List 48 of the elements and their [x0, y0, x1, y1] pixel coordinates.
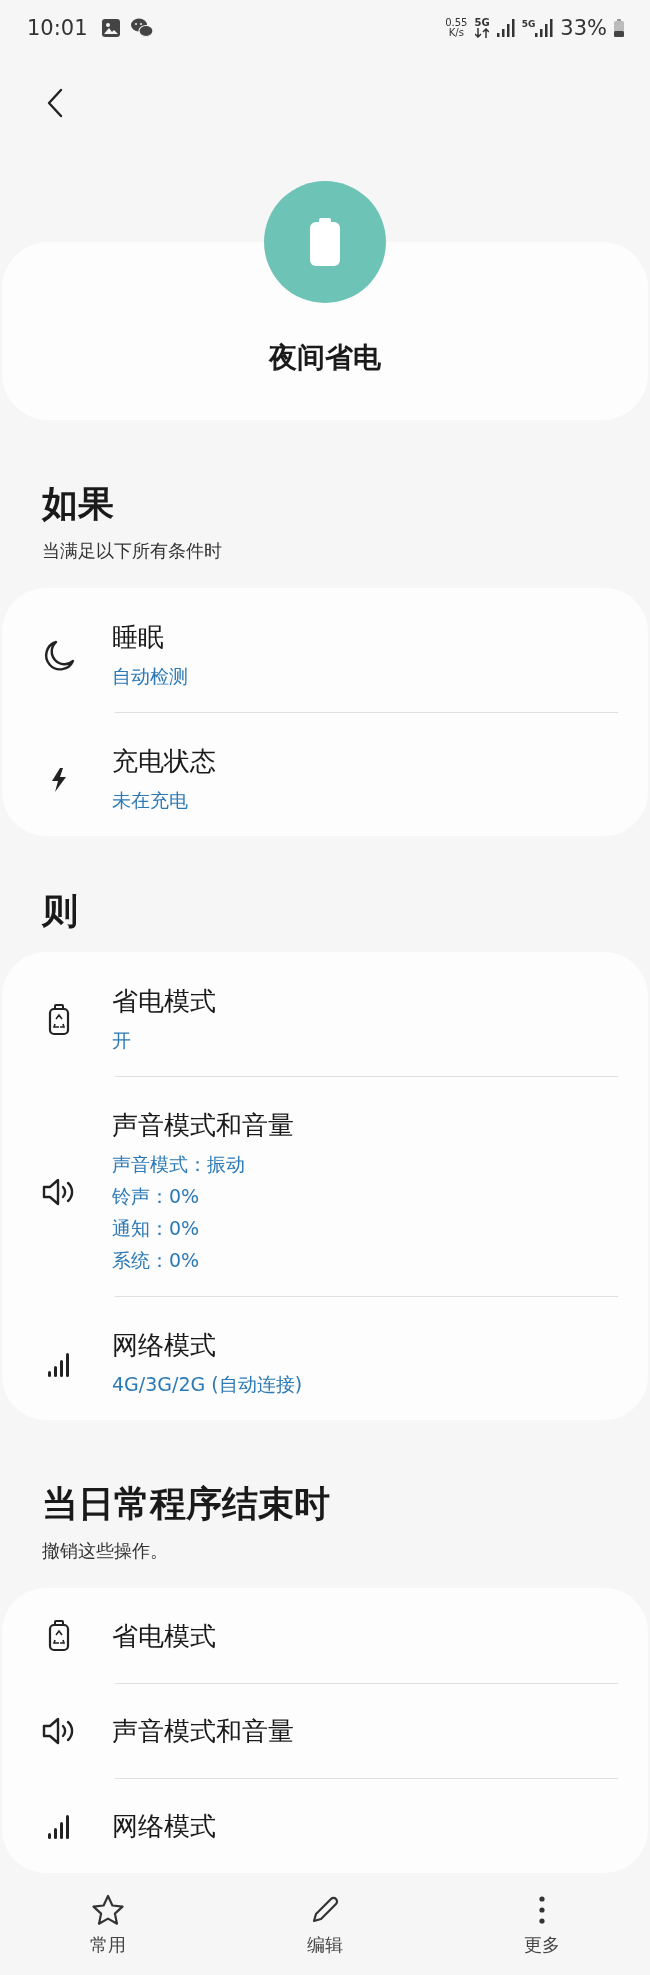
battery-icon	[310, 218, 340, 266]
network-type: 5G	[521, 19, 536, 29]
speaker-icon	[42, 1716, 76, 1745]
setting-value: 开	[112, 1028, 132, 1053]
signal-bars-icon	[496, 19, 515, 37]
setting-title[interactable]: 充电状态	[112, 744, 216, 778]
setting-title[interactable]: 网络模式	[112, 1328, 303, 1362]
setting-title[interactable]: 省电模式	[112, 1618, 216, 1653]
battery-icon	[614, 19, 624, 37]
setting-value: 铃声：0%	[112, 1184, 201, 1209]
more-dots-icon	[537, 1895, 546, 1925]
network-type: 5G	[474, 18, 490, 28]
setting-value: 自动检测	[112, 664, 188, 689]
section-subheading: 当满足以下所有条件时	[42, 539, 223, 563]
setting-value: 4G/3G/2G (自动连接)	[112, 1372, 303, 1397]
speaker-icon	[42, 1178, 76, 1206]
clock-time: 10:01	[27, 16, 88, 40]
section-subheading: 撤销这些操作。	[42, 1539, 169, 1563]
setting-title[interactable]: 声音模式和音量	[112, 1108, 294, 1142]
star-icon	[91, 1894, 126, 1926]
setting-value: 未在充电	[112, 788, 189, 813]
setting-title[interactable]: 省电模式	[112, 984, 216, 1018]
chat-bubbles-icon	[129, 17, 154, 39]
section-heading: 则	[42, 889, 79, 933]
battery-recycle-icon	[48, 1619, 70, 1652]
section-heading: 当日常程序结束时	[42, 1482, 331, 1526]
nav-button[interactable]: 更多	[471, 1893, 612, 1975]
network-speed: 0.55	[445, 18, 468, 28]
moon-icon	[42, 639, 76, 673]
battery-percent: 33%	[560, 16, 607, 40]
setting-title[interactable]: 网络模式	[112, 1808, 216, 1843]
routine-title: 夜间省电	[269, 340, 381, 376]
section-heading: 如果	[42, 482, 115, 526]
signal-bars-icon	[47, 1351, 71, 1377]
setting-title[interactable]: 声音模式和音量	[112, 1713, 294, 1748]
nav-button[interactable]: 编辑	[255, 1893, 395, 1975]
battery-recycle-icon	[48, 1004, 70, 1036]
signal-bars-icon	[47, 1812, 71, 1839]
speed-unit: K/s	[448, 28, 464, 38]
lightning-bolt-icon	[51, 768, 67, 792]
signal-bars-icon	[535, 19, 554, 37]
nav-button[interactable]: 常用	[38, 1893, 179, 1975]
setting-value: 声音模式：振动	[112, 1152, 246, 1177]
setting-value: 系统：0%	[112, 1248, 201, 1273]
setting-title[interactable]: 睡眠	[112, 620, 188, 654]
picture-icon	[100, 18, 121, 38]
setting-value: 通知：0%	[112, 1216, 201, 1241]
data-arrows-icon	[475, 28, 490, 38]
